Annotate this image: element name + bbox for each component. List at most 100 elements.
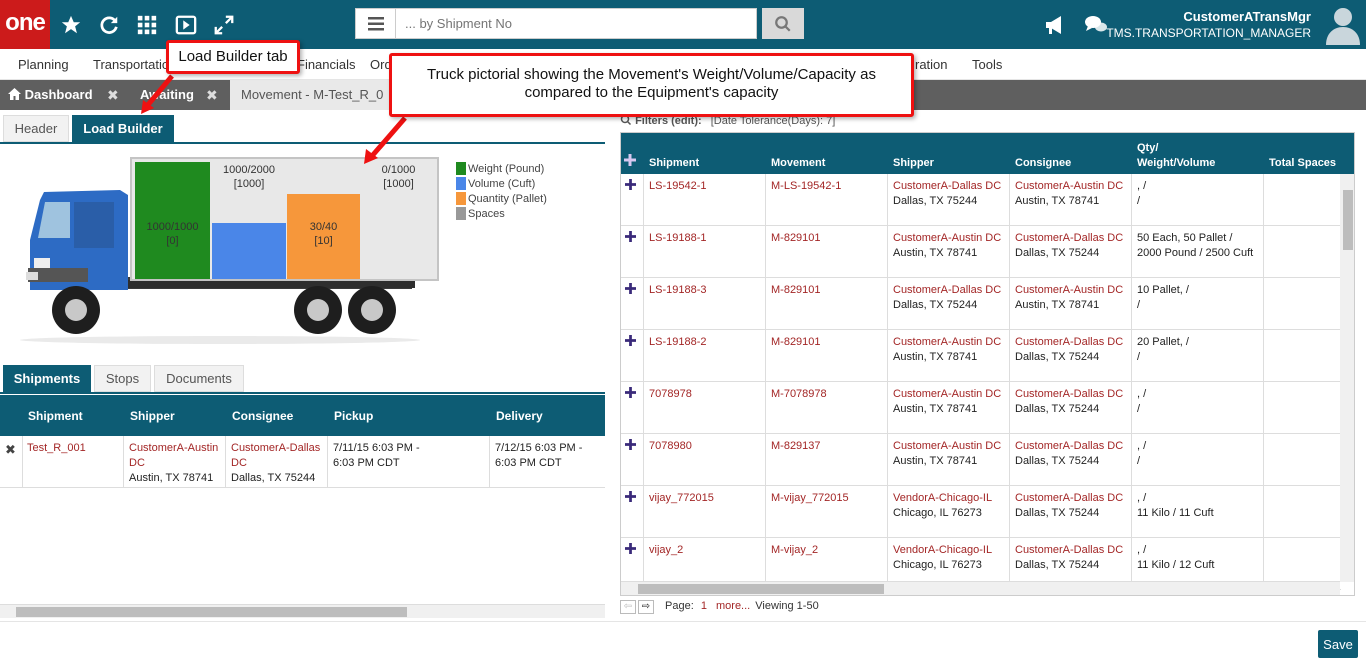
shipper-link[interactable]: VendorA-Chicago-IL (893, 543, 992, 558)
movement-link[interactable]: M-829101 (771, 283, 821, 298)
remove-icon[interactable]: ✖ (5, 442, 16, 458)
shipment-link[interactable]: vijay_772015 (649, 491, 714, 506)
user-name[interactable]: CustomerATransMgr (1183, 9, 1311, 24)
shipper-link[interactable]: CustomerA-Austin DC (893, 335, 1001, 350)
shipper-link[interactable]: VendorA-Chicago-IL (893, 491, 992, 506)
menu-item-financials[interactable]: Financials (297, 57, 356, 72)
column-consignee[interactable]: Consignee (232, 409, 293, 423)
tab-awaiting[interactable]: Awaiting (140, 80, 194, 110)
megaphone-icon[interactable] (1043, 12, 1069, 38)
play-icon[interactable] (173, 12, 199, 38)
column-shipper[interactable]: Shipper (130, 409, 175, 423)
expand-row-icon[interactable] (625, 387, 636, 401)
table-row[interactable]: ✖ Test_R_001 CustomerA-Austin DC Austin,… (0, 436, 605, 488)
movement-link[interactable]: M-vijay_2 (771, 543, 818, 558)
shipment-link[interactable]: LS-19188-1 (649, 231, 707, 246)
menu-item-planning[interactable]: Planning (18, 57, 69, 72)
save-button[interactable]: Save (1318, 630, 1358, 658)
tab-dashboard[interactable]: Dashboard (8, 80, 93, 110)
search-input[interactable] (397, 9, 755, 38)
close-icon[interactable]: ✖ (206, 80, 218, 110)
shipper-link[interactable]: CustomerA-Austin DC (893, 231, 1001, 246)
shipment-link[interactable]: LS-19188-3 (649, 283, 707, 298)
table-row[interactable]: 7078978 M-7078978 CustomerA-Austin DC Austi… (621, 382, 1341, 434)
column-qty-weight-volume[interactable]: Qty/ Weight/Volume (1137, 141, 1215, 171)
shipper-link[interactable]: CustomerA-Dallas DC (893, 179, 1001, 194)
movement-link[interactable]: M-829101 (771, 335, 821, 350)
chat-icon[interactable] (1083, 12, 1109, 38)
shipment-link[interactable]: LS-19188-2 (649, 335, 707, 350)
shipment-link[interactable]: Test_R_001 (27, 441, 86, 456)
prev-page-button[interactable]: ⇦ (620, 600, 636, 614)
shipment-link[interactable]: LS-19542-1 (649, 179, 707, 194)
column-delivery[interactable]: Delivery (496, 409, 543, 423)
column-total-spaces[interactable]: Total Spaces (1269, 156, 1336, 171)
table-row[interactable]: vijay_772015 M-vijay_772015 VendorA-Chicag… (621, 486, 1341, 538)
shipper-link[interactable]: CustomerA-Austin DC (129, 441, 221, 471)
column-shipper[interactable]: Shipper (893, 156, 934, 171)
tab-header[interactable]: Header (3, 115, 69, 142)
shipment-link[interactable]: vijay_2 (649, 543, 683, 558)
movement-link[interactable]: M-829101 (771, 231, 821, 246)
column-shipment[interactable]: Shipment (28, 409, 83, 423)
tab-documents[interactable]: Documents (154, 365, 244, 392)
menu-icon[interactable] (356, 9, 396, 38)
table-row[interactable]: LS-19188-2 M-829101 CustomerA-Austin DC Aus… (621, 330, 1341, 382)
consignee-link[interactable]: CustomerA-Austin DC (1015, 283, 1123, 298)
column-consignee[interactable]: Consignee (1015, 156, 1071, 171)
consignee-link[interactable]: CustomerA-Dallas DC (1015, 387, 1123, 402)
consignee-link[interactable]: CustomerA-Dallas DC (1015, 439, 1123, 454)
shipment-link[interactable]: 7078978 (649, 387, 692, 402)
column-shipment[interactable]: Shipment (649, 156, 699, 171)
shipment-link[interactable]: 7078980 (649, 439, 692, 454)
movement-link[interactable]: M-7078978 (771, 387, 827, 402)
app-logo[interactable]: one (0, 0, 50, 49)
horizontal-scrollbar[interactable] (0, 604, 605, 618)
vertical-scrollbar[interactable] (1340, 174, 1354, 582)
table-row[interactable]: 7078980 M-829137 CustomerA-Austin DC Austin… (621, 434, 1341, 486)
expand-row-icon[interactable] (625, 335, 636, 349)
consignee-link[interactable]: CustomerA-Dallas DC (1015, 543, 1123, 558)
consignee-link[interactable]: CustomerA-Dallas DC (1015, 231, 1123, 246)
close-icon[interactable]: ✖ (107, 80, 119, 110)
expand-row-icon[interactable] (625, 283, 636, 297)
more-pages-link[interactable]: more... (716, 600, 750, 612)
expand-row-icon[interactable] (625, 439, 636, 453)
avatar[interactable] (1324, 5, 1362, 45)
movement-link[interactable]: M-vijay_772015 (771, 491, 849, 506)
table-row[interactable]: LS-19188-3 M-829101 CustomerA-Dallas DC Dal… (621, 278, 1341, 330)
expand-row-icon[interactable] (625, 543, 636, 557)
consignee-link[interactable]: CustomerA-Dallas DC (231, 441, 327, 471)
menu-item-administration[interactable]: ration (915, 57, 948, 72)
menu-item-transportation[interactable]: Transportation (93, 57, 176, 72)
star-icon[interactable] (58, 12, 84, 38)
expand-icon[interactable] (211, 12, 237, 38)
column-pickup[interactable]: Pickup (334, 409, 373, 423)
menu-item-tools[interactable]: Tools (972, 57, 1002, 72)
shipper-link[interactable]: CustomerA-Austin DC (893, 387, 1001, 402)
table-row[interactable]: LS-19542-1 M-LS-19542-1 CustomerA-Dallas D… (621, 174, 1341, 226)
expand-all-icon[interactable] (624, 154, 636, 169)
expand-row-icon[interactable] (625, 231, 636, 245)
tab-load-builder[interactable]: Load Builder (72, 115, 174, 142)
shipper-link[interactable]: CustomerA-Austin DC (893, 439, 1001, 454)
apps-grid-icon[interactable] (134, 12, 160, 38)
tab-movement[interactable]: Movement - M-Test_R_0 (230, 80, 395, 110)
movement-link[interactable]: M-829137 (771, 439, 821, 454)
horizontal-scrollbar[interactable] (621, 581, 1340, 595)
consignee-link[interactable]: CustomerA-Dallas DC (1015, 335, 1123, 350)
expand-row-icon[interactable] (625, 179, 636, 193)
movement-link[interactable]: M-LS-19542-1 (771, 179, 841, 194)
expand-row-icon[interactable] (625, 491, 636, 505)
table-row[interactable]: LS-19188-1 M-829101 CustomerA-Austin DC Aus… (621, 226, 1341, 278)
tab-stops[interactable]: Stops (94, 365, 151, 392)
tab-shipments[interactable]: Shipments (3, 365, 91, 392)
search-button[interactable] (762, 8, 804, 39)
consignee-link[interactable]: CustomerA-Dallas DC (1015, 491, 1123, 506)
refresh-icon[interactable] (96, 12, 122, 38)
consignee-link[interactable]: CustomerA-Austin DC (1015, 179, 1123, 194)
column-movement[interactable]: Movement (771, 156, 825, 171)
page-number[interactable]: 1 (701, 600, 707, 612)
next-page-button[interactable]: ⇨ (638, 600, 654, 614)
shipper-link[interactable]: CustomerA-Dallas DC (893, 283, 1001, 298)
